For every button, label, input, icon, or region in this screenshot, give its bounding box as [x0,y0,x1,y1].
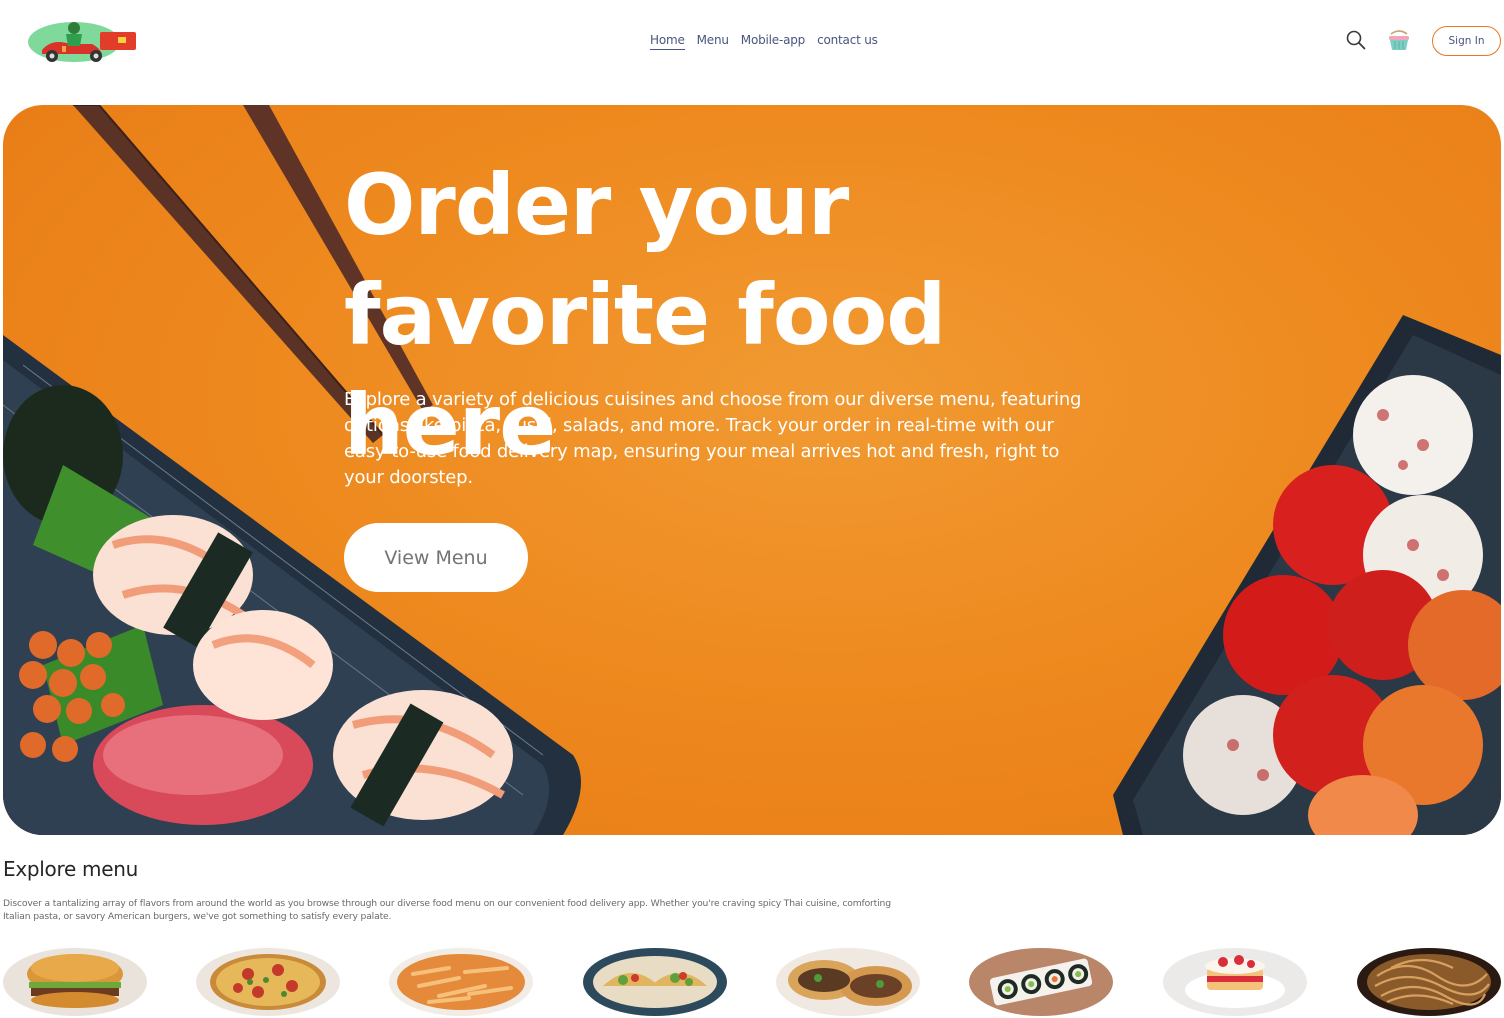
menu-category-sushi[interactable] [969,946,1113,1018]
explore-menu-title: Explore menu [3,857,138,881]
sign-in-button[interactable]: Sign In [1432,26,1501,56]
menu-category-pasta[interactable] [389,946,533,1018]
tacos-icon [583,948,727,1016]
view-menu-button[interactable]: View Menu [344,523,528,592]
nav-link-menu[interactable]: Menu [697,33,729,50]
nav-link-contact-us[interactable]: contact us [817,33,878,50]
noodles-icon [1357,948,1501,1016]
explore-menu-description: Discover a tantalizing array of flavors … [3,898,891,922]
navbar: Home Menu Mobile-app contact us Sign In [0,0,1504,82]
menu-category-pizza[interactable] [196,946,340,1018]
sushi-icon [969,948,1113,1016]
explore-menu-list [0,946,1504,1018]
nav-link-mobile-app[interactable]: Mobile-app [741,33,805,50]
nav-link-home[interactable]: Home [650,33,685,50]
hero-title-line1: Order your [344,156,849,254]
right-sushi-tray-image [1113,315,1501,835]
nav-links: Home Menu Mobile-app contact us [650,33,878,50]
menu-category-noodles[interactable] [1357,946,1501,1018]
burger-icon [3,948,147,1016]
menu-category-burger[interactable] [3,946,147,1018]
delivery-scooter-logo[interactable] [22,18,140,64]
hero-description: Explore a variety of delicious cuisines … [344,389,1082,488]
menu-category-cake[interactable] [1163,946,1307,1018]
search-icon[interactable] [1345,29,1367,51]
wraps-icon [776,948,920,1016]
pasta-icon [389,948,533,1016]
pizza-icon [196,948,340,1016]
menu-category-wraps[interactable] [776,946,920,1018]
basket-icon[interactable] [1386,27,1412,53]
hero-banner: Order your favorite food here Explore a … [3,105,1501,835]
menu-category-tacos[interactable] [583,946,727,1018]
cake-icon [1163,948,1307,1016]
